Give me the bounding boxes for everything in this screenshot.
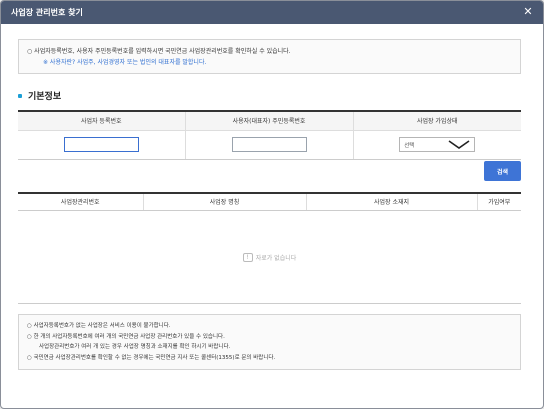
- speech-bubble-icon: !: [242, 252, 253, 262]
- find-business-number-dialog: 사업장 관리번호 찾기 ✕ ○ 사업자등록번호, 사용자 주민등록번호를 입력하…: [0, 0, 544, 409]
- form-header-row: 사업자 등록번호 사용자(대표자) 주민등록번호 사업장 가입상태: [18, 110, 521, 131]
- business-number-cell: [18, 130, 186, 160]
- form-input-row: 선택: [18, 130, 521, 160]
- bullet-icon: ○: [27, 354, 32, 361]
- header-enrollment: 가입여부: [477, 192, 521, 211]
- search-form-table: 사업자 등록번호 사용자(대표자) 주민등록번호 사업장 가입상태 선택: [18, 110, 521, 160]
- top-notice-box: ○ 사업자등록번호, 사용자 주민등록번호를 입력하시면 국민연금 사업장관리번…: [18, 39, 521, 74]
- square-bullet-icon: [18, 93, 22, 98]
- bottom-notice-text-2: 한 개의 사업자등록번호에 여러 개의 국민연금 사업장 관리번호가 있을 수 …: [33, 333, 225, 340]
- bullet-icon: ○: [27, 323, 32, 329]
- results-header-row: 사업장관리번호 사업장 명칭 사업장 소재지 가입여부: [18, 192, 521, 211]
- header-business-name: 사업장 명칭: [143, 192, 307, 211]
- status-cell: 선택: [353, 130, 521, 160]
- empty-message: 자료가 없습니다: [255, 254, 297, 262]
- resident-number-input[interactable]: [231, 137, 307, 152]
- close-icon[interactable]: ✕: [521, 5, 535, 19]
- bottom-notice-line-2: ○ 한 개의 사업자등록번호에 여러 개의 국민연금 사업장 관리번호가 있을 …: [27, 332, 512, 343]
- bottom-notice-text-4: 국민연금 사업장관리번호를 확인할 수 없는 경우에는 국민연금 지사 또는 콜…: [33, 354, 276, 361]
- status-select[interactable]: 선택: [399, 137, 476, 152]
- resident-number-cell: [185, 130, 354, 160]
- section-title: 기본정보: [18, 89, 61, 102]
- top-notice-line-2: ※ 사용자란? 사업주, 사업경영자 또는 법인의 대표자를 말합니다.: [43, 59, 207, 66]
- header-status: 사업장 가입상태: [353, 110, 521, 131]
- dialog-titlebar: 사업장 관리번호 찾기 ✕: [1, 1, 543, 24]
- header-business-management-number: 사업장관리번호: [18, 192, 144, 211]
- results-table: 사업장관리번호 사업장 명칭 사업장 소재지 가입여부: [18, 192, 521, 211]
- dialog-title: 사업장 관리번호 찾기: [11, 8, 83, 17]
- chevron-down-icon: [448, 140, 470, 149]
- bottom-notice-box: ○ 사업자등록번호가 없는 사업장은 서비스 이용이 불가합니다. ○ 한 개의…: [18, 314, 521, 370]
- bottom-notice-line-1: ○ 사업자등록번호가 없는 사업장은 서비스 이용이 불가합니다.: [27, 321, 512, 332]
- header-business-address: 사업장 소재지: [306, 192, 478, 211]
- business-number-input[interactable]: [63, 137, 139, 152]
- header-resident-number: 사용자(대표자) 주민등록번호: [185, 110, 354, 131]
- bullet-icon: ○: [27, 333, 32, 340]
- top-notice-text-1: 사업자등록번호, 사용자 주민등록번호를 입력하시면 국민연금 사업장관리번호를…: [34, 48, 291, 55]
- header-business-number: 사업자 등록번호: [18, 110, 186, 131]
- bottom-notice-text-1: 사업자등록번호가 없는 사업장은 서비스 이용이 불가합니다.: [33, 323, 171, 329]
- search-button[interactable]: 검색: [484, 161, 521, 181]
- bottom-notice-line-3: 사업장관리번호가 여러 개 있는 경우 사업장 명칭과 소재지를 확인 하시기 …: [39, 344, 231, 350]
- results-empty-state: ! 자료가 없습니다: [18, 211, 521, 304]
- section-title-text: 기본정보: [28, 92, 62, 102]
- bullet-icon: ○: [27, 48, 33, 55]
- bottom-notice-line-4: ○ 국민연금 사업장관리번호를 확인할 수 없는 경우에는 국민연금 지사 또는…: [27, 353, 512, 364]
- top-notice-line-1: ○ 사업자등록번호, 사용자 주민등록번호를 입력하시면 국민연금 사업장관리번…: [27, 46, 512, 57]
- status-select-value: 선택: [404, 142, 415, 149]
